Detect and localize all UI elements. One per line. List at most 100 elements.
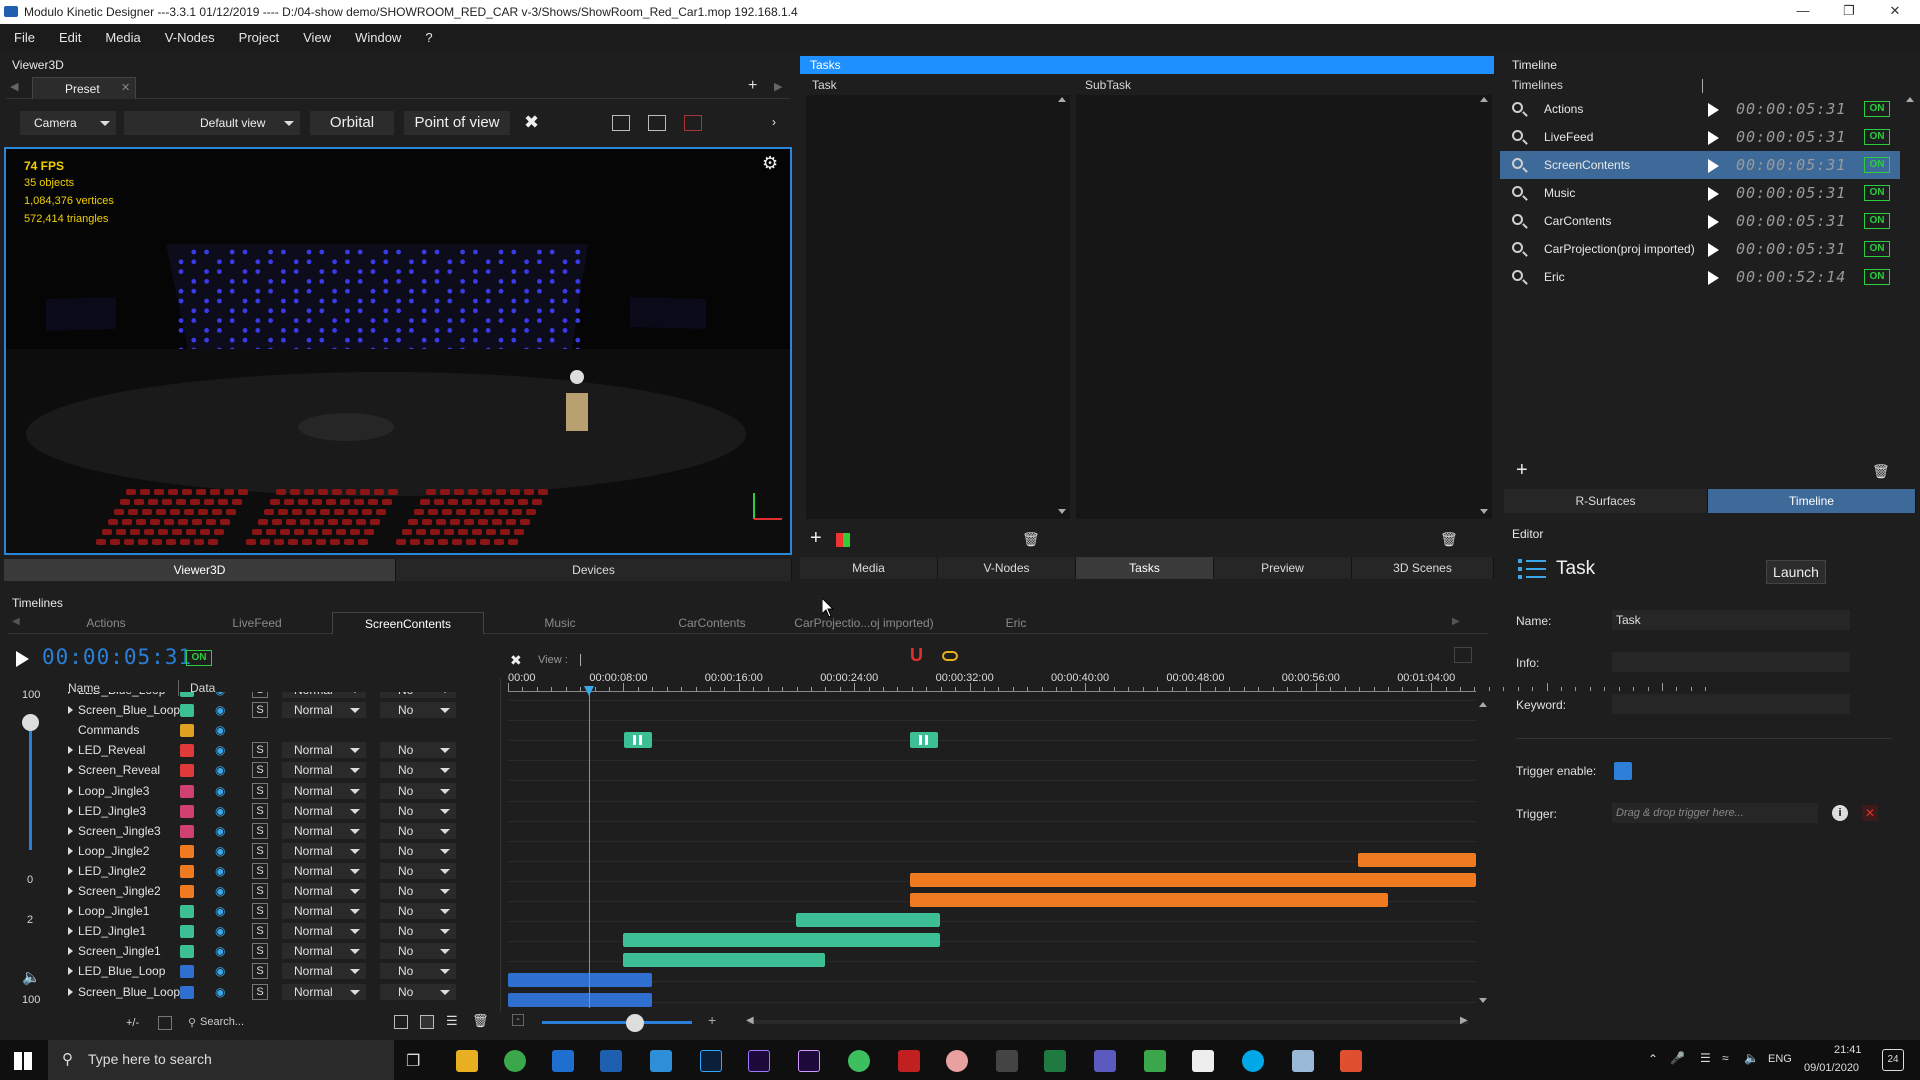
search-icon[interactable] — [1512, 214, 1523, 225]
timeline-list-scrollbar[interactable] — [1902, 95, 1918, 506]
orbital-button[interactable]: Orbital — [310, 111, 394, 135]
eye-icon[interactable]: ◉ — [215, 763, 225, 777]
scroll-up-icon[interactable] — [1058, 97, 1066, 102]
timeline-list-item[interactable]: CarContents 00:00:05:31 ON — [1500, 207, 1900, 235]
zoom-out-icon[interactable]: - — [512, 1014, 524, 1026]
loop-select[interactable]: No — [380, 802, 456, 819]
expand-arrow-icon[interactable] — [68, 866, 73, 875]
loop-select[interactable]: No — [380, 963, 456, 980]
tab-scroll-left-icon[interactable]: ◀ — [12, 616, 20, 627]
search-icon[interactable] — [1512, 242, 1523, 253]
layer-color-swatch[interactable] — [180, 945, 194, 959]
restore-button[interactable]: ❐ — [1826, 0, 1872, 24]
expand-arrow-icon[interactable] — [68, 826, 73, 835]
play-icon[interactable] — [1708, 131, 1719, 145]
eye-icon[interactable]: ◉ — [215, 904, 225, 918]
photoshop-icon[interactable] — [700, 1050, 722, 1072]
loop-select[interactable]: No — [380, 742, 456, 759]
layer-row[interactable]: LED_Jingle2 ◉ S Normal No — [0, 861, 456, 881]
eye-icon[interactable]: ◉ — [215, 743, 225, 757]
expand-arrow-icon[interactable] — [68, 947, 73, 956]
play-icon[interactable] — [1708, 159, 1719, 173]
loop-select[interactable]: No — [380, 782, 456, 799]
on-toggle[interactable]: ON — [1864, 213, 1890, 229]
blend-mode-select[interactable]: Normal — [282, 822, 366, 839]
file-explorer-icon[interactable] — [456, 1050, 478, 1072]
language-indicator[interactable]: ENG — [1768, 1053, 1792, 1065]
solo-button[interactable]: S — [252, 702, 268, 719]
play-icon[interactable] — [16, 651, 29, 667]
taskbar-search[interactable]: ⚲ Type here to search — [48, 1040, 394, 1080]
menu-media[interactable]: Media — [93, 24, 152, 52]
teams-icon[interactable] — [1094, 1050, 1116, 1072]
layer-row[interactable]: LED_Jingle1 ◉ S Normal No — [0, 921, 456, 941]
visual-studio-icon[interactable] — [650, 1050, 672, 1072]
snap-icon[interactable] — [1454, 647, 1472, 663]
expand-arrow-icon[interactable] — [68, 806, 73, 815]
eye-icon[interactable]: ◉ — [215, 703, 225, 717]
on-toggle[interactable]: ON — [1864, 129, 1890, 145]
blend-mode-select[interactable]: Normal — [282, 742, 366, 759]
solo-button[interactable]: S — [252, 742, 268, 759]
point-of-view-button[interactable]: Point of view — [404, 111, 510, 135]
track-area[interactable] — [508, 692, 1476, 1008]
loop-select[interactable]: No — [380, 702, 456, 719]
timeline-tab[interactable]: LiveFeed — [182, 612, 332, 634]
track-scrollbar[interactable] — [1476, 692, 1490, 1010]
eye-icon[interactable]: ◉ — [215, 804, 225, 818]
premiere-icon[interactable] — [748, 1050, 770, 1072]
paint-icon[interactable] — [946, 1050, 968, 1072]
loop-select[interactable]: No — [380, 983, 456, 1000]
play-icon[interactable] — [1708, 103, 1719, 117]
solo-button[interactable]: S — [252, 963, 268, 980]
solo-button[interactable]: S — [252, 802, 268, 819]
blend-mode-select[interactable]: Normal — [282, 782, 366, 799]
chrome-icon[interactable] — [504, 1050, 526, 1072]
loop-select[interactable]: No — [380, 842, 456, 859]
task-list-scrollbar[interactable] — [1054, 95, 1070, 519]
eye-icon[interactable]: ◉ — [215, 964, 225, 978]
clock-time[interactable]: 21:41 — [1834, 1044, 1862, 1056]
solo-button[interactable]: S — [252, 762, 268, 779]
blend-mode-select[interactable]: Normal — [282, 883, 366, 899]
solo-button[interactable]: S — [252, 842, 268, 859]
media-app-icon[interactable] — [1192, 1050, 1214, 1072]
horizontal-scrollbar[interactable] — [748, 1020, 1468, 1024]
eye-icon[interactable]: ◉ — [215, 692, 225, 697]
expand-arrow-icon[interactable] — [68, 766, 73, 775]
menu-view[interactable]: View — [291, 24, 343, 52]
layer-row[interactable]: LED_Blue_Loop ◉ S Normal No — [0, 961, 456, 981]
blend-mode-select[interactable]: Normal — [282, 963, 366, 980]
fullscreen-icon[interactable]: ✖ — [524, 112, 539, 133]
layer-row[interactable]: LED_Blue_Loop ◉ S Normal No — [0, 692, 456, 700]
layer-search-input[interactable]: Search... — [200, 1016, 244, 1028]
clip-loop-jingle1[interactable] — [796, 913, 940, 927]
tab-3d-scenes[interactable]: 3D Scenes — [1352, 557, 1494, 579]
layer-color-swatch[interactable] — [180, 804, 194, 818]
tab-scroll-right-icon[interactable]: ▶ — [774, 80, 782, 93]
fit-view-icon[interactable]: ✖ — [510, 652, 522, 669]
scroll-up-icon[interactable] — [1906, 97, 1914, 102]
eye-icon[interactable]: ◉ — [215, 723, 225, 737]
timeline-list-item[interactable]: Music 00:00:05:31 ON — [1500, 179, 1900, 207]
expand-arrow-icon[interactable] — [68, 846, 73, 855]
red-app-icon[interactable] — [898, 1050, 920, 1072]
eye-icon[interactable]: ◉ — [215, 824, 225, 838]
modulo-kinetic-icon[interactable] — [1340, 1050, 1362, 1072]
timeline-list-item[interactable]: Actions 00:00:05:31 ON — [1500, 95, 1900, 123]
on-toggle[interactable]: ON — [1864, 157, 1890, 173]
viewport-3d[interactable]: 74 FPS 35 objects 1,084,376 vertices 572… — [4, 147, 792, 555]
scroll-up-icon[interactable] — [1479, 702, 1487, 707]
on-toggle[interactable]: ON — [1864, 241, 1890, 257]
clear-trigger-icon[interactable]: ✕ — [1862, 805, 1878, 821]
blend-mode-select[interactable]: Normal — [282, 903, 366, 920]
menu-edit[interactable]: Edit — [47, 24, 93, 52]
add-task-icon[interactable]: + — [810, 527, 822, 550]
task-view-icon[interactable]: ❐ — [406, 1051, 420, 1071]
timeline-tab[interactable]: CarContents — [636, 612, 788, 634]
layer-color-swatch[interactable] — [180, 784, 194, 798]
trigger-enable-checkbox[interactable] — [1614, 762, 1632, 780]
skype-icon[interactable] — [1242, 1050, 1264, 1072]
scroll-down-icon[interactable] — [1479, 998, 1487, 1003]
blend-mode-select[interactable]: Normal — [282, 862, 366, 879]
